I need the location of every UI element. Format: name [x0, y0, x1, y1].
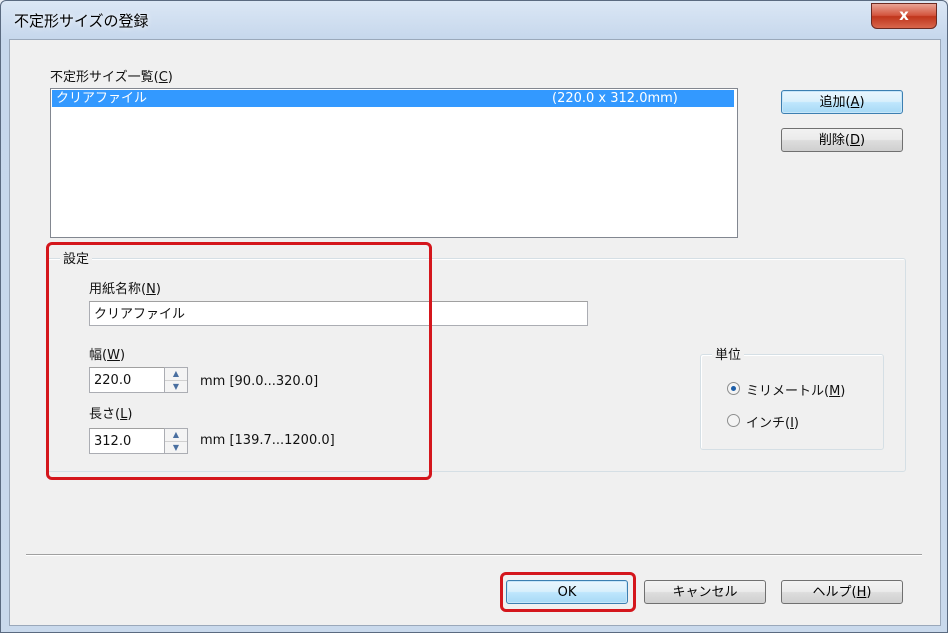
separator-line	[26, 554, 922, 556]
dialog-window: 不定形サイズの登録 x 不定形サイズ一覧(C) クリアファイル (220.0 x…	[0, 0, 948, 633]
help-button[interactable]: ヘルプ(H)	[781, 580, 903, 604]
close-icon: x	[899, 6, 909, 24]
size-list-label: 不定形サイズ一覧(C)	[50, 70, 173, 85]
delete-button[interactable]: 削除(D)	[781, 128, 903, 152]
window-title: 不定形サイズの登録	[14, 12, 149, 30]
title-bar[interactable]: 不定形サイズの登録 x	[1, 1, 947, 39]
close-button[interactable]: x	[871, 3, 937, 29]
radio-inch[interactable]	[727, 414, 740, 427]
list-item[interactable]: クリアファイル (220.0 x 312.0mm)	[52, 90, 734, 107]
add-button[interactable]: 追加(A)	[781, 90, 903, 114]
size-listbox[interactable]: クリアファイル (220.0 x 312.0mm)	[50, 88, 738, 238]
millimeter-label[interactable]: ミリメートル(M)	[746, 380, 845, 399]
unit-group-label: 単位	[712, 344, 745, 363]
ok-highlight	[500, 572, 636, 612]
unit-group	[700, 354, 884, 450]
radio-millimeter[interactable]	[727, 382, 740, 395]
inch-label[interactable]: インチ(I)	[746, 412, 799, 431]
settings-highlight	[46, 242, 432, 480]
list-item-name: クリアファイル	[56, 91, 148, 106]
cancel-button[interactable]: キャンセル	[644, 580, 766, 604]
dialog-body: 不定形サイズ一覧(C) クリアファイル (220.0 x 312.0mm) 追加…	[9, 39, 941, 626]
list-item-dims: (220.0 x 312.0mm)	[552, 91, 678, 106]
